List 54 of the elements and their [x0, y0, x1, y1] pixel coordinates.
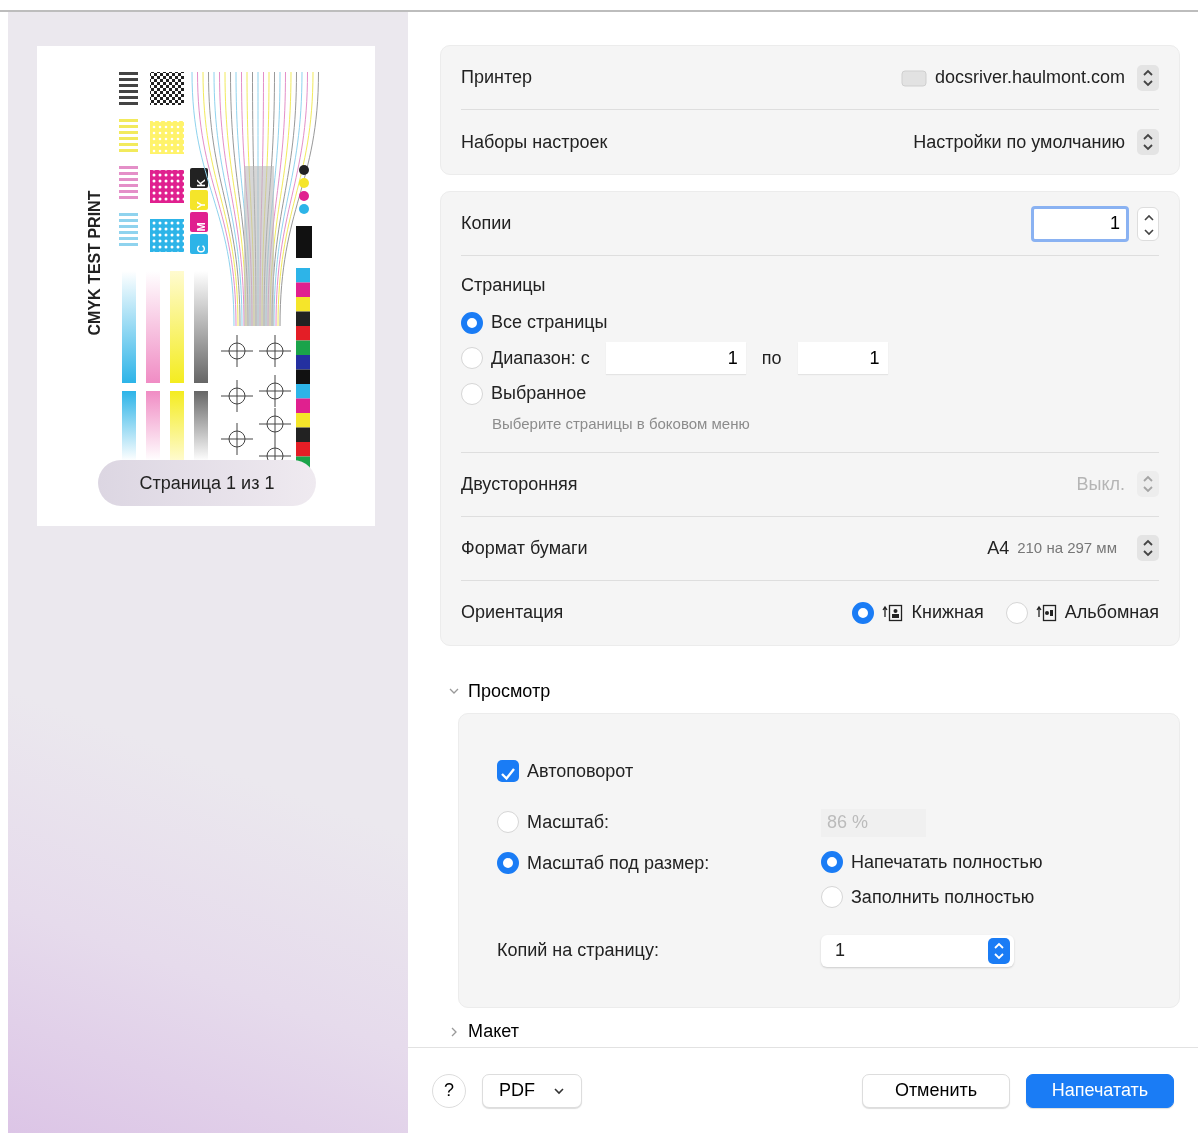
landscape-page-icon	[1035, 603, 1057, 622]
radio-button[interactable]	[821, 851, 843, 873]
field-label: Страницы	[461, 274, 546, 297]
option-label: Автоповорот	[527, 759, 634, 783]
field-label: Принтер	[461, 66, 532, 89]
option-label: Все страницы	[491, 311, 608, 334]
up-down-chevron-icon	[1137, 64, 1159, 91]
option-label: по	[761, 346, 782, 370]
option-label: Заполнить полностью	[851, 885, 1035, 909]
popup-button[interactable]: Настройки по умолчанию	[913, 128, 1125, 156]
field-label: Формат бумаги	[461, 536, 588, 560]
up-down-chevron-icon	[1137, 535, 1159, 561]
checkbox[interactable]	[497, 760, 519, 782]
cancel-button[interactable]: Отменить	[862, 1073, 1010, 1108]
copies-per-page-select[interactable]: 1	[821, 934, 1014, 967]
option-label: Альбомная	[1064, 601, 1159, 624]
up-down-chevron-icon	[988, 937, 1010, 964]
up-down-chevron-icon	[1137, 471, 1159, 497]
ink-label: K	[195, 179, 207, 187]
page-indicator[interactable]: Страница 1 из 1	[98, 460, 316, 506]
popup-button[interactable]: docsriver.haulmont.com	[934, 64, 1125, 91]
ink-label: C	[195, 245, 207, 253]
pdf-menu-button[interactable]: PDF	[482, 1073, 582, 1108]
paper-size-text: 210 на 297 мм	[1017, 537, 1117, 558]
hint-text: Выберите страницы в боковом меню	[492, 414, 750, 434]
field-label: Копий на страницу:	[497, 939, 660, 962]
option-label: Книжная	[911, 601, 984, 624]
ink-label: Y	[195, 201, 207, 209]
option-label: Выбранное	[491, 382, 587, 405]
printer-icon	[900, 67, 927, 88]
section-header[interactable]: Макет	[448, 1018, 519, 1045]
radio-button[interactable]	[461, 311, 483, 334]
field-label: Ориентация	[461, 601, 564, 624]
field-label: Двусторонняя	[461, 472, 578, 496]
copies-input[interactable]: 1	[1031, 205, 1129, 242]
field-label: Копии	[461, 212, 512, 235]
print-button[interactable]: Напечатать	[1026, 1073, 1174, 1108]
range-from-field[interactable]: 1	[605, 342, 746, 374]
document-title: CMYK TEST PRINT	[85, 190, 105, 336]
field-label: Наборы настроек	[461, 130, 608, 154]
radio-button[interactable]	[852, 601, 875, 624]
help-button[interactable]: ?	[432, 1073, 466, 1108]
stepper-control[interactable]	[1137, 206, 1159, 241]
ink-label: M	[195, 222, 207, 232]
portrait-page-icon	[882, 603, 904, 622]
option-label: Диапазон: с	[491, 346, 590, 370]
option-label: Напечатать полностью	[851, 850, 1043, 874]
up-down-chevron-icon	[1137, 129, 1159, 155]
range-to-field[interactable]: 1	[797, 342, 888, 374]
section-header[interactable]: Просмотр	[448, 677, 551, 705]
option-label: Масштаб:	[527, 810, 609, 834]
radio-button[interactable]	[497, 852, 519, 874]
option-label: Масштаб под размер:	[527, 851, 710, 875]
popup-button[interactable]: A4	[987, 534, 1010, 562]
